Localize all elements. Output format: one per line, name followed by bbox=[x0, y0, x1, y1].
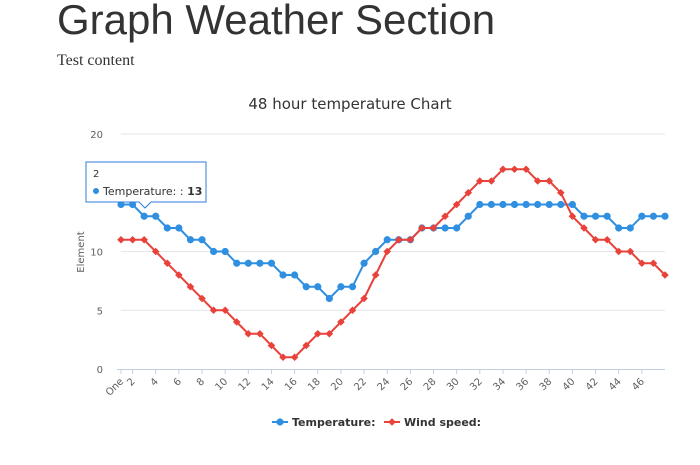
data-point bbox=[453, 224, 461, 232]
x-tick-label: 46 bbox=[630, 376, 647, 393]
grid-lines bbox=[121, 133, 665, 311]
data-point bbox=[152, 212, 160, 220]
legend-marker bbox=[388, 418, 396, 426]
data-point bbox=[615, 224, 623, 232]
x-tick-label: 40 bbox=[561, 376, 578, 393]
data-point bbox=[140, 212, 148, 220]
data-point bbox=[476, 200, 484, 209]
data-point bbox=[510, 200, 519, 209]
tooltip-header: 2 bbox=[93, 169, 99, 180]
data-point bbox=[487, 200, 495, 209]
x-tick-label: 38 bbox=[538, 376, 555, 393]
tooltip: 2Temperature: : 13 bbox=[85, 161, 207, 209]
data-point bbox=[209, 247, 218, 256]
data-point bbox=[244, 259, 252, 267]
data-point bbox=[302, 283, 310, 291]
x-tick-label: 26 bbox=[399, 376, 416, 393]
x-tick-label: 32 bbox=[468, 376, 485, 393]
data-point bbox=[557, 200, 565, 209]
data-point bbox=[372, 247, 380, 256]
chart-title: 48 hour temperature Chart bbox=[248, 95, 451, 113]
legend-item-wind-speed: Wind speed: bbox=[384, 416, 481, 429]
data-point bbox=[383, 236, 391, 244]
legend-item-temperature: Temperature: bbox=[272, 416, 376, 429]
data-point bbox=[626, 224, 634, 232]
legend-label: Temperature: bbox=[292, 416, 376, 429]
x-tick-label: 16 bbox=[283, 376, 300, 393]
tooltip-bullet bbox=[93, 188, 99, 194]
y-tick-label: 20 bbox=[90, 130, 103, 141]
legend-marker bbox=[276, 418, 284, 426]
data-point bbox=[314, 283, 322, 291]
data-point bbox=[291, 271, 299, 279]
x-tick-label: 14 bbox=[260, 376, 277, 393]
data-point bbox=[534, 200, 542, 209]
data-point bbox=[348, 283, 357, 291]
data-point bbox=[510, 165, 519, 174]
x-tick-label: 6 bbox=[172, 376, 184, 388]
x-tick-label: 20 bbox=[329, 376, 346, 393]
data-point bbox=[591, 212, 600, 220]
data-point bbox=[499, 200, 507, 209]
data-point bbox=[128, 235, 137, 244]
x-tick-label: 34 bbox=[491, 376, 508, 393]
y-tick-label: 0 bbox=[97, 365, 103, 376]
data-point bbox=[360, 259, 368, 267]
data-point bbox=[464, 212, 472, 220]
data-point bbox=[325, 294, 333, 303]
y-tick-label: 10 bbox=[90, 248, 103, 259]
x-tick-label: 22 bbox=[352, 376, 369, 393]
data-point bbox=[233, 259, 241, 267]
data-point bbox=[545, 200, 553, 209]
legend: Temperature: Wind speed: bbox=[272, 416, 481, 429]
data-point bbox=[661, 212, 669, 220]
temperature-chart: 48 hour temperature Chart 0 5 10 20 Element… bbox=[76, 95, 669, 429]
x-tick-label: 24 bbox=[376, 376, 393, 393]
data-point bbox=[267, 259, 276, 267]
data-point bbox=[649, 212, 658, 220]
x-tick-label: 8 bbox=[195, 376, 207, 388]
data-point bbox=[198, 236, 206, 244]
x-tick-label: 12 bbox=[237, 376, 254, 393]
x-tick-label: 10 bbox=[214, 376, 231, 393]
x-tick-label: 18 bbox=[306, 376, 323, 393]
data-point bbox=[175, 224, 183, 232]
data-point bbox=[580, 212, 588, 220]
data-point bbox=[256, 259, 264, 267]
data-point bbox=[522, 200, 530, 209]
data-point bbox=[279, 271, 287, 279]
legend-label: Wind speed: bbox=[404, 416, 481, 429]
data-point bbox=[186, 236, 195, 244]
data-point bbox=[337, 283, 345, 291]
data-point bbox=[371, 271, 380, 279]
x-tick-label: 42 bbox=[584, 376, 601, 393]
y-axis-title: Element bbox=[76, 231, 87, 272]
x-tick-label: 2 bbox=[125, 376, 137, 388]
x-tick-label: 30 bbox=[445, 376, 462, 393]
x-tick-label: 4 bbox=[149, 376, 161, 388]
data-point bbox=[117, 235, 125, 244]
data-point bbox=[568, 200, 577, 209]
data-point bbox=[221, 247, 229, 256]
data-point bbox=[603, 212, 611, 220]
data-point bbox=[163, 224, 171, 232]
x-tick-label: 36 bbox=[514, 376, 531, 393]
data-point bbox=[638, 212, 646, 220]
data-point bbox=[441, 224, 449, 232]
y-tick-label: 5 bbox=[97, 306, 103, 317]
x-tick-label: One bbox=[104, 376, 126, 398]
x-tick-label: 44 bbox=[607, 376, 624, 393]
x-axis: One 2 4 6 8 10 12 14 16 18 20 22 24 26 28 30 32 34 36 38 40 4… bbox=[104, 369, 665, 399]
x-tick-label: 28 bbox=[422, 376, 439, 393]
tooltip-text: Temperature: : 13 bbox=[102, 185, 202, 198]
